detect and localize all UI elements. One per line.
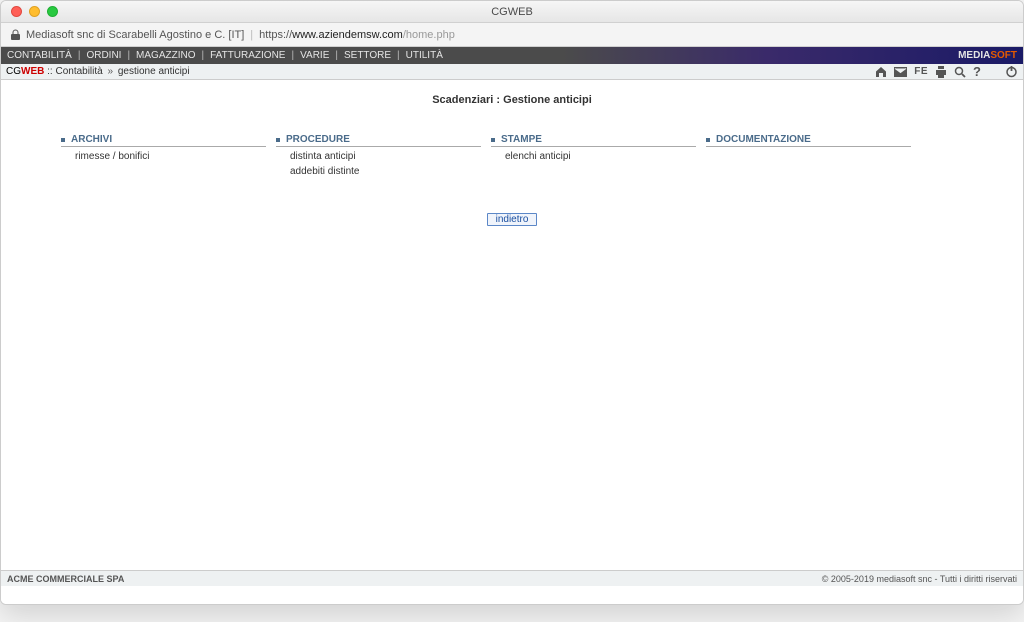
brand-logo: MEDIASOFT (958, 50, 1017, 61)
breadcrumb: CGWEB :: Contabilità » gestione anticipi (6, 66, 190, 77)
power-icon[interactable] (1005, 65, 1018, 78)
menu-item-ordini[interactable]: ORDINI (86, 50, 121, 61)
back-button[interactable]: indietro (487, 213, 538, 226)
menu-item-contabilità[interactable]: CONTABILITÀ (7, 50, 72, 61)
column-heading-label: PROCEDURE (286, 134, 350, 145)
column-heading-label: ARCHIVI (71, 134, 112, 145)
footer-bar: ACME COMMERCIALE SPA © 2005-2019 mediaso… (1, 570, 1023, 586)
menu-item-fatturazione[interactable]: FATTURAZIONE (210, 50, 285, 61)
column-items: rimesse / bonifici (61, 150, 266, 165)
section-columns: ARCHIVI rimesse / bonifici PROCEDURE distin… (1, 134, 1023, 179)
bullet-icon (276, 138, 280, 142)
content-area: Scadenziari : Gestione anticipi ARCHIVI r… (1, 80, 1023, 570)
list-item[interactable]: addebiti distinte (290, 165, 481, 180)
column-heading: ARCHIVI (61, 134, 266, 147)
column-items: distinta anticipiaddebiti distinte (276, 150, 481, 179)
menu-separator: | (395, 50, 402, 61)
column-items: elenchi anticipi (491, 150, 696, 165)
footer-copyright: © 2005-2019 mediasoft snc - Tutti i diri… (822, 574, 1017, 584)
bullet-icon (491, 138, 495, 142)
window-titlebar: CGWEB (1, 1, 1023, 23)
menu-separator: | (289, 50, 296, 61)
breadcrumb-parent[interactable]: Contabilità (55, 66, 102, 77)
menu-item-utilità[interactable]: UTILITÀ (406, 50, 443, 61)
search-icon[interactable] (954, 66, 966, 78)
fe-icon[interactable]: FE (914, 66, 928, 77)
menu-separator: | (76, 50, 83, 61)
app-menubar: CONTABILITÀ|ORDINI|MAGAZZINO|FATTURAZION… (1, 47, 1023, 64)
column-archivi: ARCHIVI rimesse / bonifici (61, 134, 266, 179)
column-heading-label: STAMPE (501, 134, 542, 145)
column-heading: DOCUMENTAZIONE (706, 134, 911, 147)
column-stampe: STAMPE elenchi anticipi (491, 134, 696, 179)
list-item[interactable]: rimesse / bonifici (75, 150, 266, 165)
breadcrumb-bar: CGWEB :: Contabilità » gestione anticipi… (1, 64, 1023, 80)
menu-separator: | (200, 50, 207, 61)
mail-icon[interactable] (894, 67, 907, 77)
toolbar-icons: FE ? (875, 64, 1018, 79)
help-icon[interactable]: ? (973, 64, 981, 79)
main-menu: CONTABILITÀ|ORDINI|MAGAZZINO|FATTURAZION… (7, 50, 443, 61)
column-heading-label: DOCUMENTAZIONE (716, 134, 811, 145)
print-icon[interactable] (935, 66, 947, 78)
breadcrumb-current: gestione anticipi (118, 66, 190, 77)
url: https://www.aziendemsw.com/home.php (259, 29, 455, 41)
bullet-icon (61, 138, 65, 142)
footer-company: ACME COMMERCIALE SPA (7, 574, 124, 584)
page-title: Scadenziari : Gestione anticipi (1, 94, 1023, 106)
column-documentazione: DOCUMENTAZIONE (706, 134, 911, 179)
column-procedure: PROCEDURE distinta anticipiaddebiti disti… (276, 134, 481, 179)
menu-item-settore[interactable]: SETTORE (344, 50, 391, 61)
menu-item-varie[interactable]: VARIE (300, 50, 329, 61)
browser-window: CGWEB Mediasoft snc di Scarabelli Agosti… (0, 0, 1024, 605)
list-item[interactable]: distinta anticipi (290, 150, 481, 165)
lock-icon (11, 29, 20, 40)
address-bar[interactable]: Mediasoft snc di Scarabelli Agostino e C… (1, 23, 1023, 47)
column-heading: PROCEDURE (276, 134, 481, 147)
bullet-icon (706, 138, 710, 142)
home-icon[interactable] (875, 66, 887, 78)
menu-separator: | (125, 50, 132, 61)
window-title: CGWEB (1, 6, 1023, 18)
list-item[interactable]: elenchi anticipi (505, 150, 696, 165)
site-identity: Mediasoft snc di Scarabelli Agostino e C… (26, 29, 244, 41)
menu-separator: | (333, 50, 340, 61)
column-heading: STAMPE (491, 134, 696, 147)
menu-item-magazzino[interactable]: MAGAZZINO (136, 50, 195, 61)
